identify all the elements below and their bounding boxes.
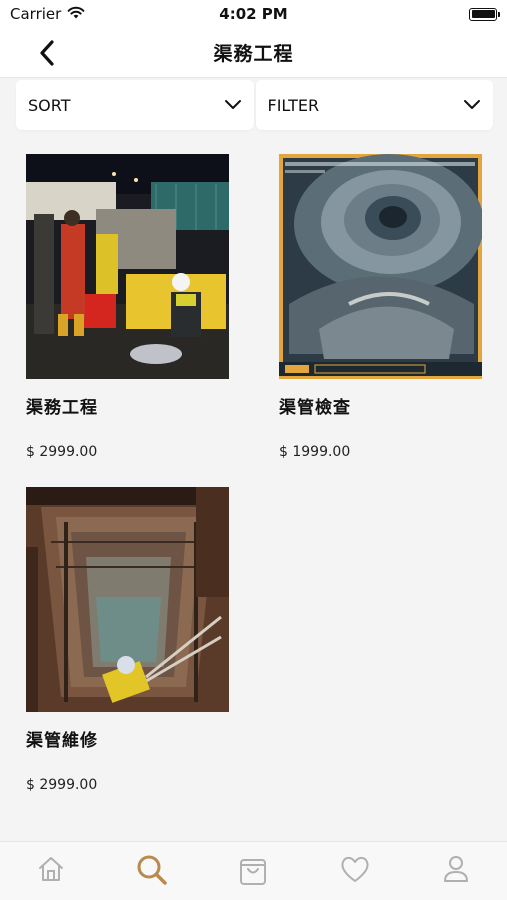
product-name: 渠管維修 <box>26 731 98 751</box>
search-icon <box>137 855 167 885</box>
user-icon <box>444 856 469 882</box>
carrier-label: Carrier <box>10 5 62 23</box>
tab-home[interactable] <box>26 854 76 890</box>
product-card[interactable]: 渠管維修 $ 2999.00 <box>26 487 229 793</box>
product-price: $ 2999.00 <box>26 444 98 460</box>
home-icon <box>38 857 63 881</box>
product-card[interactable]: 渠管檢查 $ 1999.00 <box>279 154 482 460</box>
product-name: 渠管檢查 <box>279 398 351 418</box>
heart-icon <box>341 856 369 882</box>
product-image[interactable] <box>26 487 229 712</box>
chevron-down-icon <box>464 100 480 109</box>
sort-label: SORT <box>28 95 71 115</box>
sort-dropdown[interactable]: SORT <box>16 80 254 130</box>
shopping-bag-icon <box>240 859 267 885</box>
chevron-left-icon <box>40 40 54 66</box>
product-image[interactable] <box>26 154 229 379</box>
filter-dropdown[interactable]: FILTER <box>255 80 493 130</box>
battery-icon <box>469 7 500 21</box>
product-name: 渠務工程 <box>26 398 98 418</box>
tab-bar <box>0 841 507 900</box>
wifi-icon <box>67 5 85 23</box>
page-title: 渠務工程 <box>213 43 294 65</box>
tab-profile[interactable] <box>431 854 481 890</box>
product-price: $ 2999.00 <box>26 777 98 793</box>
filter-label: FILTER <box>267 95 320 115</box>
product-image[interactable] <box>279 154 482 379</box>
status-bar: Carrier 4:02 PM <box>0 0 507 28</box>
screen: Carrier 4:02 PM 渠務工程 SORT FILTER 渠務工程 $ … <box>0 0 507 900</box>
back-button[interactable] <box>30 36 64 70</box>
product-price: $ 1999.00 <box>279 444 351 460</box>
tab-search[interactable] <box>127 854 177 890</box>
chevron-down-icon <box>224 100 241 109</box>
nav-bar: 渠務工程 <box>0 28 507 78</box>
product-card[interactable]: 渠務工程 $ 2999.00 <box>26 154 229 460</box>
tab-cart[interactable] <box>228 854 278 890</box>
tab-favorites[interactable] <box>330 854 380 890</box>
status-left: Carrier <box>10 5 85 23</box>
sort-filter-bar: SORT FILTER <box>16 80 493 138</box>
